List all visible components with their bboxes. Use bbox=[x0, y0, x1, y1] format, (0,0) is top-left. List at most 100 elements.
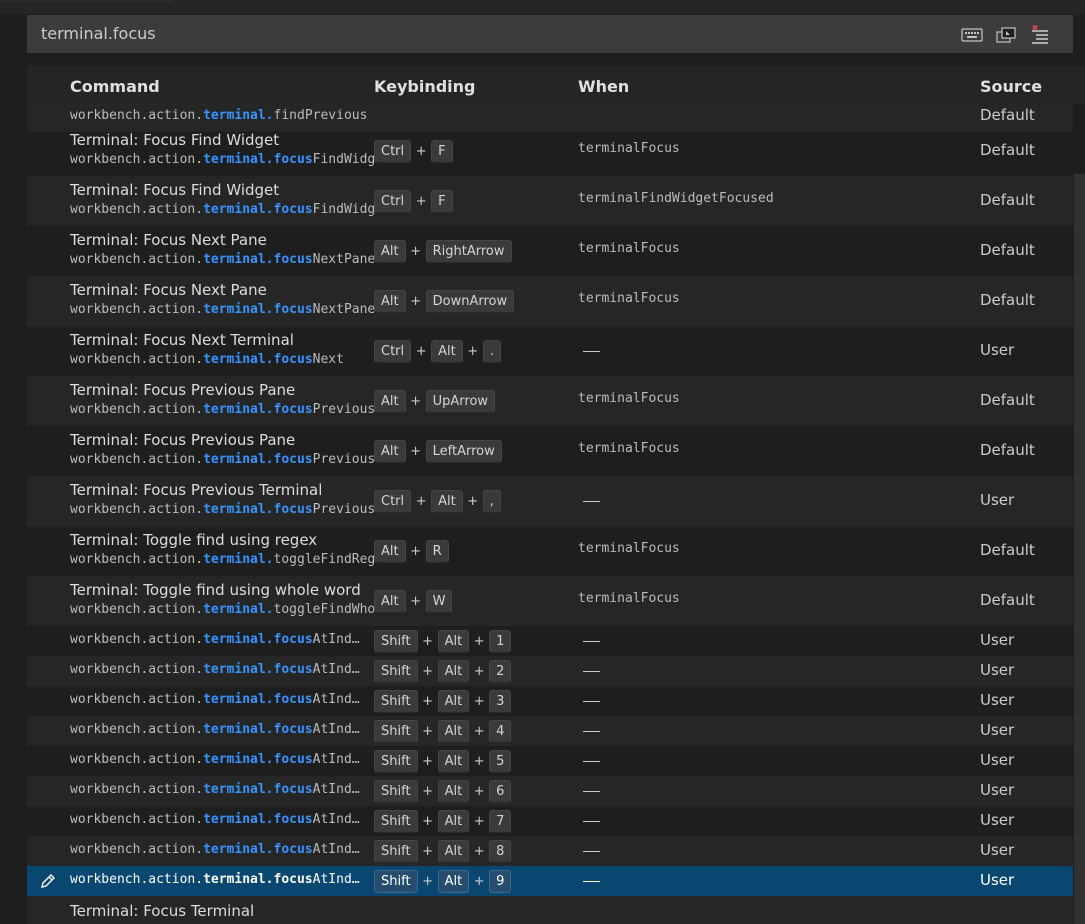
table-row[interactable]: Terminal: Toggle find using whole word wo… bbox=[27, 576, 1073, 626]
command-title: Terminal: Focus Terminal bbox=[70, 902, 255, 920]
table-row[interactable]: Terminal: Focus TerminalDefault bbox=[27, 896, 1073, 924]
keyboard-icon[interactable] bbox=[961, 25, 983, 45]
keycap: Alt bbox=[374, 440, 406, 463]
source-cell: Default bbox=[980, 106, 1035, 124]
when-clause: terminalFocus bbox=[578, 141, 680, 156]
keycap: 6 bbox=[489, 780, 512, 803]
keycap: Shift bbox=[374, 630, 418, 653]
edit-icon[interactable] bbox=[39, 872, 57, 890]
table-row[interactable]: workbench.action.terminal.focusAtIndex3 S… bbox=[27, 686, 1073, 716]
record-keys-icon[interactable] bbox=[995, 25, 1017, 45]
table-row[interactable]: workbench.action.terminal.focusAtIndex7 S… bbox=[27, 806, 1073, 836]
key-separator: + bbox=[467, 494, 479, 509]
command-id-prefix: workbench.action. bbox=[70, 108, 204, 123]
key-separator: + bbox=[422, 844, 434, 859]
table-row[interactable]: workbench.action.terminal.focusAtIndex5 S… bbox=[27, 746, 1073, 776]
key-separator: + bbox=[422, 724, 434, 739]
source-cell: Default bbox=[980, 391, 1035, 409]
keybinding: Ctrl + Alt +, bbox=[374, 490, 501, 513]
search-input[interactable]: terminal.focus bbox=[27, 15, 1073, 53]
table-row[interactable]: Terminal: Focus Previous Terminal workben… bbox=[27, 476, 1073, 526]
keybindings-table: workbench.action.terminal.findPrevious De… bbox=[27, 66, 1085, 924]
column-header-keybinding[interactable]: Keybinding bbox=[374, 77, 476, 96]
keycap: 5 bbox=[489, 750, 512, 773]
keycap: 9 bbox=[489, 870, 512, 893]
table-row[interactable]: workbench.action.terminal.focusAtIndex6 S… bbox=[27, 776, 1073, 806]
table-row[interactable]: workbench.action.terminal.focusAtIndex1 S… bbox=[27, 626, 1073, 656]
command-title: Terminal: Focus Next Pane bbox=[70, 231, 267, 249]
keycap: Shift bbox=[374, 750, 418, 773]
table-row[interactable]: Terminal: Focus Next Pane workbench.actio… bbox=[27, 226, 1073, 276]
command-id-suffix: AtIndex6 bbox=[312, 782, 362, 797]
table-row[interactable]: workbench.action.terminal.focusAtIndex8 S… bbox=[27, 836, 1073, 866]
table-row[interactable]: workbench.action.terminal.focusAtIndex4 S… bbox=[27, 716, 1073, 746]
table-row[interactable]: Terminal: Toggle find using regex workben… bbox=[27, 526, 1073, 576]
keycap: UpArrow bbox=[425, 390, 496, 413]
table-row[interactable]: Terminal: Focus Next Terminal workbench.a… bbox=[27, 326, 1073, 376]
keycap: Shift bbox=[374, 810, 418, 833]
column-header-source[interactable]: Source bbox=[980, 77, 1042, 96]
command-id-prefix: workbench.action. bbox=[70, 352, 204, 367]
keycap: Shift bbox=[374, 780, 418, 803]
command-id-suffix: AtIndex8 bbox=[312, 842, 362, 857]
command-id: workbench.action.terminal.focusPreviousP… bbox=[70, 402, 374, 417]
command-title: Terminal: Focus Previous Terminal bbox=[70, 481, 323, 499]
command-title: Terminal: Focus Next Pane bbox=[70, 281, 267, 299]
keycap: Alt bbox=[437, 660, 470, 683]
keycap: Alt bbox=[374, 540, 406, 563]
keybinding: Shift + Alt +9 bbox=[374, 870, 512, 893]
table-row[interactable]: Terminal: Focus Find Widget workbench.act… bbox=[27, 126, 1073, 176]
command-id-prefix: workbench.action. bbox=[70, 872, 204, 887]
keybinding: Shift + Alt +3 bbox=[374, 690, 512, 713]
key-separator: + bbox=[410, 244, 422, 259]
key-separator: + bbox=[473, 724, 485, 739]
keycap: Alt bbox=[437, 630, 470, 653]
table-row[interactable]: workbench.action.terminal.focusAtIndex2 S… bbox=[27, 656, 1073, 686]
command-id: workbench.action.terminal.focusAtIndex6 bbox=[70, 782, 362, 797]
keycap: Alt bbox=[374, 590, 406, 613]
empty-when-dash bbox=[583, 641, 600, 642]
command-id-suffix: Next bbox=[312, 352, 344, 367]
keycap: Shift bbox=[374, 840, 418, 863]
command-id-prefix: workbench.action. bbox=[70, 842, 204, 857]
source-cell: Default bbox=[980, 441, 1035, 459]
key-separator: + bbox=[422, 874, 434, 889]
command-id: workbench.action.terminal.toggleFindWhol… bbox=[70, 602, 374, 617]
command-id-match: terminal. bbox=[203, 602, 274, 617]
scrollbar-thumb[interactable] bbox=[1074, 174, 1085, 924]
keycap: R bbox=[425, 540, 449, 563]
source-cell: Default bbox=[980, 191, 1035, 209]
command-id-prefix: workbench.action. bbox=[70, 202, 204, 217]
keybinding: Alt + DownArrow bbox=[374, 290, 515, 313]
keycap: W bbox=[425, 590, 453, 613]
table-row[interactable]: Terminal: Focus Previous Pane workbench.a… bbox=[27, 426, 1073, 476]
command-id: workbench.action.terminal.findPrevious bbox=[70, 108, 374, 123]
top-strip bbox=[0, 0, 1085, 14]
editor-tab[interactable] bbox=[0, 0, 172, 2]
sort-by-precedence-icon[interactable] bbox=[1029, 24, 1051, 45]
source-cell: User bbox=[980, 721, 1015, 739]
keybinding: Shift + Alt +6 bbox=[374, 780, 512, 803]
command-id-suffix: PreviousPane bbox=[312, 402, 374, 417]
source-cell: User bbox=[980, 661, 1015, 679]
keycap: Alt bbox=[437, 690, 470, 713]
table-row[interactable]: Terminal: Focus Previous Pane workbench.a… bbox=[27, 376, 1073, 426]
command-id: workbench.action.terminal.focusPrevious bbox=[70, 502, 374, 517]
keycap: Ctrl bbox=[374, 340, 412, 363]
column-header-command[interactable]: Command bbox=[70, 77, 160, 96]
table-row[interactable]: Terminal: Focus Find Widget workbench.act… bbox=[27, 176, 1073, 226]
empty-when-dash bbox=[583, 791, 600, 792]
command-id-prefix: workbench.action. bbox=[70, 722, 204, 737]
key-separator: + bbox=[473, 844, 485, 859]
column-header-when[interactable]: When bbox=[578, 77, 629, 96]
command-id-match: terminal.focus bbox=[203, 402, 313, 417]
table-row[interactable]: workbench.action.terminal.focusAtIndex9 S… bbox=[27, 866, 1073, 896]
command-id-suffix: toggleFindWholeWord bbox=[273, 602, 374, 617]
keycap: 8 bbox=[489, 840, 512, 863]
keycap: Alt bbox=[437, 840, 470, 863]
command-id: workbench.action.terminal.focusNextPane bbox=[70, 252, 374, 267]
keycap: Shift bbox=[374, 690, 418, 713]
keycap: F bbox=[431, 140, 453, 163]
command-id-suffix: Previous bbox=[312, 502, 374, 517]
table-row[interactable]: Terminal: Focus Next Pane workbench.actio… bbox=[27, 276, 1073, 326]
